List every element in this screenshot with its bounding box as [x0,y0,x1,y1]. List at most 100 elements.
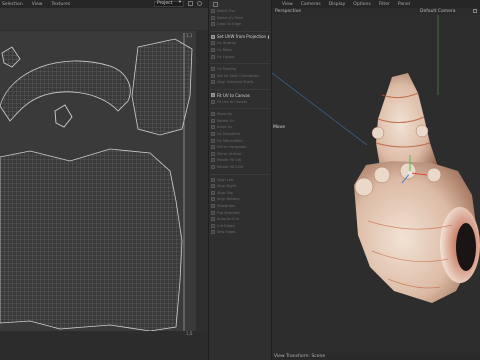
tool-item[interactable]: Uv Transform [211,131,269,137]
settings-icon[interactable] [197,1,202,6]
project-select-value: Project [157,1,173,6]
tool-item-icon [211,197,215,202]
tool-item-label: Uv Stitch/Weld [217,138,243,143]
tool-item[interactable]: Sew Edges [211,229,269,235]
tool-item-icon [211,54,215,59]
tool-separator [210,173,270,175]
tool-item-icon [211,151,215,156]
uv-shell-large [0,148,183,332]
uv-canvas[interactable]: 1,1 [0,31,196,332]
tool-item[interactable]: Align Bottom [211,196,269,202]
tool-item-icon [211,48,215,52]
tool-item-icon [211,204,215,208]
uv-shell-small [1,46,21,68]
tool-item[interactable]: Uv Relax [211,47,269,53]
menu-display[interactable]: Display [329,2,346,7]
tool-item-icon [211,80,215,85]
tool-item[interactable]: Align Right [211,183,269,189]
tool-item-label: Rotate 90 CCW [217,165,244,169]
menu-view-3d[interactable]: View [282,2,293,7]
tool-item[interactable]: Fit Uvs to Canvas [211,99,269,105]
tool-item-icon [211,217,215,222]
tool-item[interactable]: Rotate Uv [211,118,269,124]
tool-item-icon [211,118,215,123]
tool-item[interactable]: Loop Uv Edge [211,21,269,27]
tool-item-label: Rotate Uv [217,118,235,123]
tool-item[interactable]: Align Left [211,177,269,183]
tool-item-icon [211,145,215,150]
menu-panel[interactable]: Panel [398,2,410,7]
tool-item-label: Flip Selected [217,210,240,215]
menu-cameras[interactable]: Cameras [301,2,321,7]
tool-separator [210,63,270,65]
menu-view[interactable]: View [32,2,43,7]
tool-item-icon [211,210,215,215]
tool-item-label: Move Uv [217,112,233,117]
tool-item-label: Rotate 90 CW [217,158,242,163]
project-select[interactable]: Project ▾ [154,0,184,7]
tool-item[interactable]: Set UVW from Projection [211,34,269,40]
info-icon[interactable] [268,34,269,39]
tool-item[interactable]: Uv Layout [211,54,269,60]
tool-separator [210,30,270,32]
tool-item-label: Uv Layout [217,54,235,59]
tool-item[interactable]: Align Top [211,190,269,196]
tool-item-icon [211,22,215,27]
tool-item[interactable]: Flip Selected [211,210,269,216]
tool-item-icon [211,165,215,169]
viewport-mode-label[interactable]: Perspective [275,9,301,14]
tool-item[interactable]: Cut Edges [211,223,269,229]
tool-item[interactable]: Mirror Vertical [211,151,269,157]
tool-item-icon [211,15,215,20]
menu-filter[interactable]: Filter [379,2,390,7]
tool-item-label: Align Right [217,184,237,189]
tool-item-icon [211,112,215,117]
uv-toolbar-icons [188,1,206,7]
tool-item[interactable]: Select Uvs [211,8,269,14]
menu-selection[interactable]: Selection [2,2,23,7]
tool-icon[interactable] [213,2,218,7]
tool-item-label: Fit Uvs to Canvas [217,99,248,104]
viewport-camera-label[interactable]: Default Camera [420,9,456,14]
viewport-menubar: View Cameras Display Options Filter Pane… [272,0,480,8]
tool-separator [210,89,270,90]
tool-item[interactable]: Uv Stitch/Weld [211,138,269,144]
move-tool-label: Move [273,125,286,130]
viewport-3d[interactable]: Move [271,15,480,353]
uv-shell-right [131,38,193,136]
tool-item[interactable]: Uv Unwrap [211,40,269,46]
tool-item[interactable]: Rotate 90 CW [211,157,269,163]
tool-item-icon [211,177,215,182]
lock-icon[interactable] [188,1,193,6]
viewport-scene-svg [271,15,480,303]
tool-item[interactable]: Align Selected Shells [211,79,269,85]
view-transform-label: View Transform: Scene [274,354,326,359]
tool-item-label: Align Selected Shells [217,80,254,85]
tool-item-label: Uv Unwrap [217,41,237,46]
tool-item[interactable]: Move Uv [211,111,269,117]
tool-item[interactable]: Fit UV to Canvas [211,92,269,98]
menu-options[interactable]: Options [353,2,370,7]
tool-item-label: Sew Edges [217,230,236,235]
uv-corner-label-bottom: 1,0 [186,331,193,336]
menu-textures[interactable]: Textures [51,2,70,7]
tool-item[interactable]: Scale Uv [211,124,269,130]
tool-item-label: Set UVW from Projection [217,34,267,40]
viewport-expand-icon[interactable] [473,9,477,13]
tool-item[interactable]: Snap to Grid [211,216,269,222]
tool-item[interactable]: Straighten [211,203,269,209]
tool-item-label: Align Left [217,177,234,182]
tool-item[interactable]: Select Uv Shell [211,15,269,21]
tool-item[interactable]: Rotate 90 CCW [211,164,269,170]
tool-item-label: Select Uvs [217,9,236,13]
tool-item-label: Loop Uv Edge [217,22,242,27]
tool-item-label: Snap to Grid [217,217,239,222]
tool-item-icon [211,132,215,136]
tool-item-label: Straighten [217,204,236,208]
tool-item-label: Select Uv Shell [217,15,244,20]
uv-shell-tiny [54,104,73,128]
tool-item[interactable]: Uv Packing [211,66,269,72]
tool-item[interactable]: Set Uv Shell Orientation [211,73,269,79]
tool-item-label: Uv Transform [217,132,241,136]
tool-item[interactable]: Mirror Horizontal [211,144,269,150]
